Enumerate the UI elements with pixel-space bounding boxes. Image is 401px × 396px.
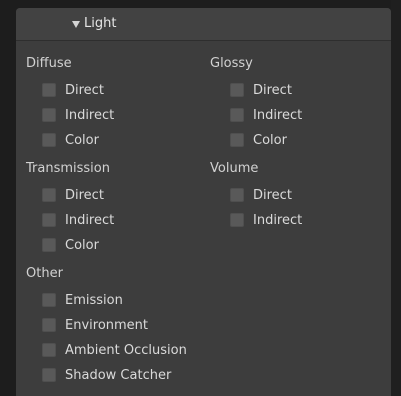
checkbox[interactable] <box>42 213 56 227</box>
checkbox-label: Direct <box>253 187 292 203</box>
checkbox[interactable] <box>42 293 56 307</box>
checkbox-label: Indirect <box>253 212 303 228</box>
checkbox-diffuse-color[interactable]: Color <box>42 130 99 150</box>
checkbox[interactable] <box>42 238 56 252</box>
group-label-volume: Volume <box>210 161 259 176</box>
checkbox-glossy-direct[interactable]: Direct <box>230 80 292 100</box>
region-edge <box>391 0 401 396</box>
checkbox[interactable] <box>42 133 56 147</box>
checkbox-label: Direct <box>65 187 104 203</box>
checkbox-label: Direct <box>253 82 292 98</box>
checkbox-volume-indirect[interactable]: Indirect <box>230 210 302 230</box>
checkbox-label: Emission <box>65 292 123 308</box>
checkbox[interactable] <box>230 213 244 227</box>
checkbox-glossy-color[interactable]: Color <box>230 130 287 150</box>
checkbox-label: Indirect <box>65 107 115 123</box>
checkbox-label: Color <box>65 132 99 148</box>
group-label-other: Other <box>26 266 63 281</box>
checkbox[interactable] <box>42 318 56 332</box>
checkbox-label: Color <box>65 237 99 253</box>
group-label-transmission: Transmission <box>26 161 110 176</box>
checkbox-volume-direct[interactable]: Direct <box>230 185 292 205</box>
checkbox[interactable] <box>42 83 56 97</box>
triangle-down-icon[interactable] <box>72 21 80 28</box>
checkbox-diffuse-indirect[interactable]: Indirect <box>42 105 114 125</box>
checkbox[interactable] <box>230 133 244 147</box>
checkbox-label: Indirect <box>253 107 303 123</box>
checkbox[interactable] <box>42 343 56 357</box>
checkbox-diffuse-direct[interactable]: Direct <box>42 80 104 100</box>
checkbox-label: Shadow Catcher <box>65 367 172 383</box>
checkbox-other-emission[interactable]: Emission <box>42 290 123 310</box>
checkbox-transmission-direct[interactable]: Direct <box>42 185 104 205</box>
panel-header[interactable]: Light <box>16 8 391 41</box>
checkbox-transmission-indirect[interactable]: Indirect <box>42 210 114 230</box>
checkbox-transmission-color[interactable]: Color <box>42 235 99 255</box>
checkbox[interactable] <box>42 108 56 122</box>
group-label-glossy: Glossy <box>210 56 253 71</box>
checkbox[interactable] <box>230 108 244 122</box>
checkbox-other-environment[interactable]: Environment <box>42 315 148 335</box>
group-label-diffuse: Diffuse <box>26 56 72 71</box>
checkbox-other-ambient-occlusion[interactable]: Ambient Occlusion <box>42 340 187 360</box>
checkbox-label: Indirect <box>65 212 115 228</box>
checkbox-glossy-indirect[interactable]: Indirect <box>230 105 302 125</box>
checkbox[interactable] <box>42 188 56 202</box>
checkbox-label: Color <box>253 132 287 148</box>
checkbox-other-shadow-catcher[interactable]: Shadow Catcher <box>42 365 171 385</box>
light-panel: Light Diffuse Direct Indirect Color Glos… <box>16 8 391 396</box>
checkbox-label: Ambient Occlusion <box>65 342 187 358</box>
panel-title: Light <box>84 16 117 31</box>
checkbox[interactable] <box>230 188 244 202</box>
checkbox[interactable] <box>230 83 244 97</box>
checkbox[interactable] <box>42 368 56 382</box>
checkbox-label: Direct <box>65 82 104 98</box>
checkbox-label: Environment <box>65 317 149 333</box>
